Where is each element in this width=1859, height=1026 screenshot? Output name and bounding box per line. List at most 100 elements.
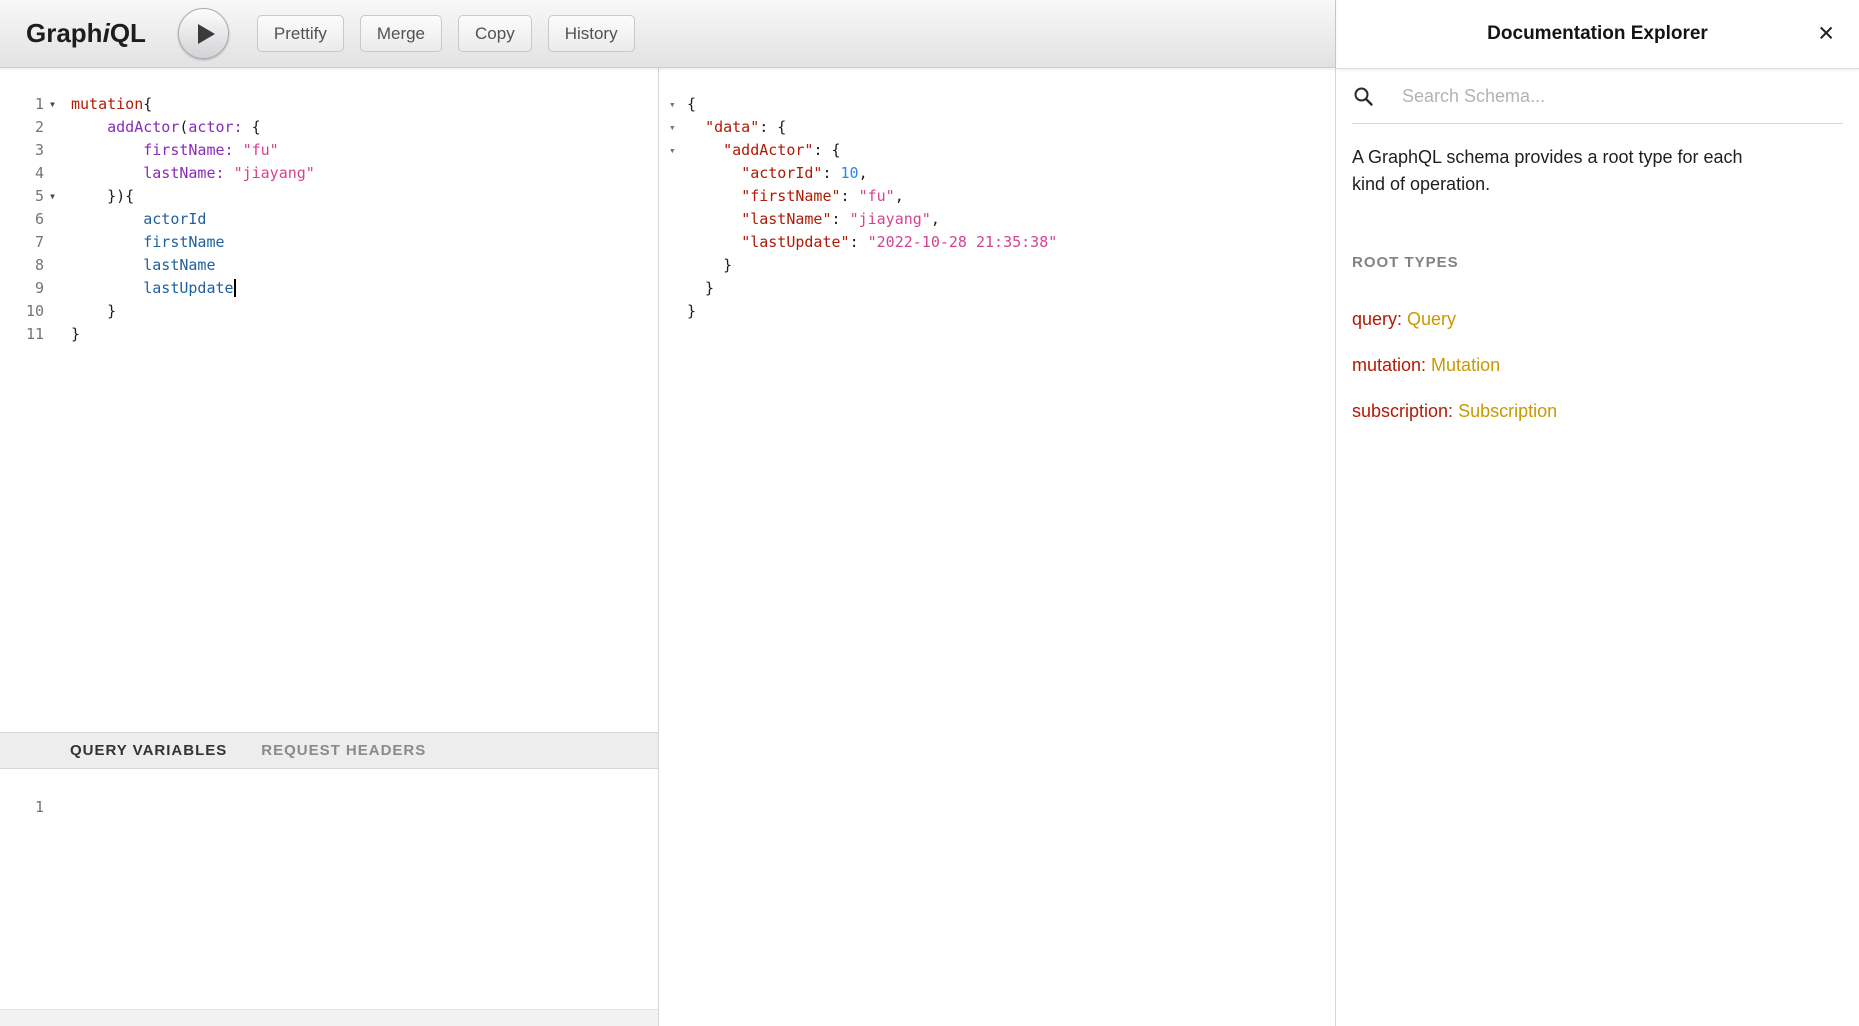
code-text: lastName	[61, 254, 216, 277]
line-number: 9	[0, 277, 44, 300]
code-line: "lastUpdate": "2022-10-28 21:35:38"	[660, 231, 1335, 254]
code-text: }){	[61, 185, 134, 208]
execute-button[interactable]	[178, 8, 229, 59]
code-text: mutation{	[61, 93, 152, 116]
code-text: }	[61, 323, 80, 346]
code-text: "data": {	[687, 116, 786, 139]
documentation-explorer: Documentation Explorer ✕ A GraphQL schem…	[1335, 0, 1859, 1026]
type-link-subscription[interactable]: Subscription	[1458, 401, 1557, 421]
query-editor[interactable]: 1▾mutation{2 addActor(actor: {3 firstNam…	[0, 68, 658, 757]
code-text: "lastUpdate": "2022-10-28 21:35:38"	[687, 231, 1057, 254]
fold-arrow-icon[interactable]: ▾	[44, 185, 61, 208]
tab-query-variables[interactable]: QUERY VARIABLES	[70, 742, 227, 759]
code-line: "actorId": 10,	[660, 162, 1335, 185]
merge-button[interactable]: Merge	[360, 15, 442, 52]
code-line: 2 addActor(actor: {	[0, 116, 658, 139]
code-line: ▾ "data": {	[660, 116, 1335, 139]
search-icon	[1352, 85, 1374, 107]
fold-spacer	[44, 162, 61, 185]
close-icon: ✕	[1817, 23, 1835, 46]
doc-explorer-header: Documentation Explorer ✕	[1336, 0, 1859, 69]
code-line: 5▾ }){	[0, 185, 658, 208]
code-line: 7 firstName	[0, 231, 658, 254]
fold-arrow-icon[interactable]: ▾	[660, 93, 687, 116]
code-text: {	[687, 93, 696, 116]
keyword-label: subscription:	[1352, 401, 1453, 421]
code-line: 6 actorId	[0, 208, 658, 231]
fold-spacer	[660, 208, 687, 231]
type-link-query[interactable]: Query	[1407, 309, 1456, 329]
fold-spacer	[44, 231, 61, 254]
schema-search-input[interactable]	[1400, 85, 1843, 108]
variables-header-bar: QUERY VARIABLES REQUEST HEADERS	[0, 732, 658, 769]
query-variables-editor[interactable]: 1	[0, 769, 658, 1010]
fold-spacer	[44, 323, 61, 346]
doc-explorer-title: Documentation Explorer	[1487, 23, 1708, 45]
fold-arrow-icon[interactable]: ▾	[660, 116, 687, 139]
fold-spacer	[44, 116, 61, 139]
doc-close-button[interactable]: ✕	[1813, 20, 1839, 49]
result-viewer: ▾{▾ "data": {▾ "addActor": { "actorId": …	[660, 68, 1335, 1026]
code-line: 11}	[0, 323, 658, 346]
keyword-label: mutation:	[1352, 355, 1426, 375]
graphiql-app: GraphiQL Prettify Merge Copy History 1▾m…	[0, 0, 1859, 1026]
fold-arrow-icon[interactable]: ▾	[660, 139, 687, 162]
code-text: }	[687, 277, 714, 300]
code-text: firstName: "fu"	[61, 139, 279, 162]
code-text: "actorId": 10,	[687, 162, 868, 185]
root-types-list: query:Query mutation:Mutation subscripti…	[1352, 309, 1843, 422]
prettify-button[interactable]: Prettify	[257, 15, 344, 52]
code-text: }	[687, 254, 732, 277]
code-line: }	[660, 254, 1335, 277]
code-text: actorId	[61, 208, 206, 231]
code-text: addActor(actor: {	[61, 116, 261, 139]
logo-text-graph: Graph	[26, 18, 103, 48]
code-line: ▾{	[660, 93, 1335, 116]
logo-text-ql: QL	[110, 18, 146, 48]
line-number: 10	[0, 300, 44, 323]
fold-spacer	[44, 139, 61, 162]
line-number: 5	[0, 185, 44, 208]
code-line: 9 lastUpdate	[0, 277, 658, 300]
code-line: 10 }	[0, 300, 658, 323]
code-line: "lastName": "jiayang",	[660, 208, 1335, 231]
tab-request-headers[interactable]: REQUEST HEADERS	[261, 742, 426, 759]
code-line: }	[660, 277, 1335, 300]
fold-spacer	[660, 254, 687, 277]
line-number: 7	[0, 231, 44, 254]
doc-intro-text: A GraphQL schema provides a root type fo…	[1352, 144, 1764, 198]
code-text: }	[61, 300, 116, 323]
root-type-subscription: subscription:Subscription	[1352, 401, 1843, 422]
line-number: 4	[0, 162, 44, 185]
fold-spacer	[44, 277, 61, 300]
fold-spacer	[660, 231, 687, 254]
fold-spacer	[660, 300, 687, 323]
code-text: lastUpdate	[61, 277, 236, 300]
code-line: 8 lastName	[0, 254, 658, 277]
copy-button[interactable]: Copy	[458, 15, 532, 52]
query-panel: 1▾mutation{2 addActor(actor: {3 firstNam…	[0, 68, 659, 1026]
fold-spacer	[44, 208, 61, 231]
doc-category-title: ROOT TYPES	[1352, 254, 1843, 271]
root-type-mutation: mutation:Mutation	[1352, 355, 1843, 376]
logo-text-i: i	[103, 18, 110, 48]
code-text: "addActor": {	[687, 139, 841, 162]
fold-spacer	[44, 300, 61, 323]
code-line: 1	[0, 796, 658, 819]
play-icon	[198, 24, 215, 44]
line-number: 1	[0, 796, 44, 819]
line-number: 2	[0, 116, 44, 139]
line-number: 6	[0, 208, 44, 231]
line-number: 11	[0, 323, 44, 346]
history-button[interactable]: History	[548, 15, 635, 52]
fold-arrow-icon[interactable]: ▾	[44, 93, 61, 116]
horizontal-scrollbar[interactable]	[0, 1009, 658, 1026]
code-line: "firstName": "fu",	[660, 185, 1335, 208]
fold-spacer	[44, 254, 61, 277]
code-text: "firstName": "fu",	[687, 185, 904, 208]
code-line: 1▾mutation{	[0, 93, 658, 116]
type-link-mutation[interactable]: Mutation	[1431, 355, 1500, 375]
code-line: ▾ "addActor": {	[660, 139, 1335, 162]
code-text: }	[687, 300, 696, 323]
line-number: 3	[0, 139, 44, 162]
